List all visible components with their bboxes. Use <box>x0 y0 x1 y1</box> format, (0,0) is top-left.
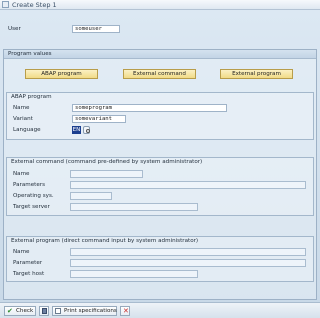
ext-cmd-name-label: Name <box>13 171 30 177</box>
save-button[interactable] <box>39 306 49 316</box>
ext-cmd-operating-sys-label: Operating sys. <box>13 193 54 199</box>
abap-name-value: someprogram <box>75 105 113 111</box>
value-help-icon[interactable] <box>83 126 90 134</box>
external-program-button[interactable]: External program <box>220 69 293 79</box>
window-title: Create Step 1 <box>12 1 57 9</box>
abap-name-field[interactable]: someprogram <box>72 104 227 112</box>
ext-prog-name-field[interactable] <box>70 248 306 256</box>
save-icon <box>42 308 47 314</box>
cancel-icon: ✕ <box>123 307 129 315</box>
window-icon <box>2 1 9 8</box>
ext-cmd-parameters-label: Parameters <box>13 182 46 188</box>
user-field-value: someuser <box>75 26 102 32</box>
ext-cmd-target-server-label: Target server <box>13 204 50 210</box>
abap-program-group: ABAP program <box>6 92 314 140</box>
abap-program-button[interactable]: ABAP program <box>25 69 98 79</box>
abap-language-label: Language <box>13 127 41 133</box>
ext-cmd-target-server-field[interactable] <box>70 203 198 211</box>
abap-variant-field[interactable]: somevariant <box>72 115 126 123</box>
ext-prog-target-host-field[interactable] <box>70 270 198 278</box>
ext-prog-parameter-label: Parameter <box>13 260 43 266</box>
abap-program-header: ABAP program <box>11 94 52 100</box>
ext-cmd-operating-sys-field[interactable] <box>70 192 112 200</box>
external-command-button[interactable]: External command <box>123 69 196 79</box>
print-specifications-label: Print specifications <box>64 308 117 314</box>
ext-cmd-name-field[interactable] <box>70 170 143 178</box>
ext-prog-target-host-label: Target host <box>13 271 45 277</box>
external-program-header: External program (direct command input b… <box>11 238 199 244</box>
ext-cmd-parameters-field[interactable] <box>70 181 306 189</box>
cancel-button[interactable]: ✕ <box>120 306 130 316</box>
language-field[interactable]: EN <box>72 126 81 134</box>
abap-variant-label: Variant <box>13 116 33 122</box>
ext-prog-parameter-field[interactable] <box>70 259 306 267</box>
user-label: User <box>8 26 21 32</box>
print-icon <box>55 308 61 314</box>
check-button-label: Check <box>16 308 34 314</box>
program-values-header: Program values <box>4 50 316 59</box>
external-command-header: External command (command pre-defined by… <box>11 159 203 165</box>
print-specifications-button[interactable]: Print specifications <box>52 306 117 316</box>
title-bar: Create Step 1 <box>0 0 320 10</box>
ext-prog-name-label: Name <box>13 249 30 255</box>
abap-variant-value: somevariant <box>75 116 113 122</box>
checkmark-icon: ✔ <box>7 307 13 315</box>
check-button[interactable]: ✔ Check <box>4 306 36 316</box>
user-field[interactable]: someuser <box>72 25 120 33</box>
bottom-toolbar: ✔ Check Print specifications ✕ <box>0 302 320 318</box>
abap-name-label: Name <box>13 105 30 111</box>
